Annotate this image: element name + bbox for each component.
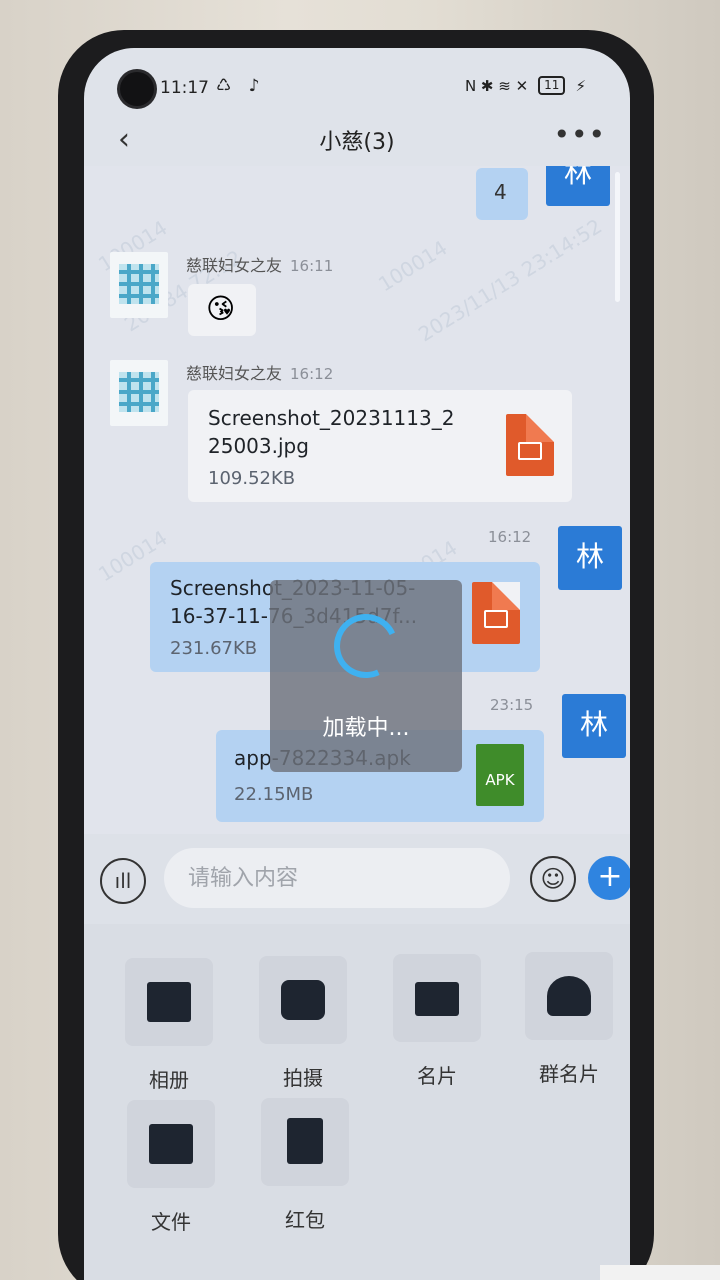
sender-avatar-qr[interactable] <box>110 360 168 426</box>
message-input[interactable] <box>164 848 510 908</box>
sender-name: 慈联妇女之友 <box>186 256 283 275</box>
message-list[interactable]: 100014 202.84.72.12 100014 2023/11/13 23… <box>84 166 630 834</box>
camera-icon <box>281 980 325 1020</box>
tool-camera[interactable]: 拍摄 <box>258 956 348 1091</box>
file-size: 22.15MB <box>234 784 314 805</box>
loading-text: 加载中... <box>322 716 410 741</box>
folder-icon <box>149 1124 193 1164</box>
watermark-text: 100014 <box>374 235 452 297</box>
status-right-icons: N ✱ ≋ ✕ 11 ⚡ <box>465 76 586 95</box>
sender-name: 慈联妇女之友 <box>186 364 283 383</box>
tools-panel: 相册 拍摄 名片 群名片 文件 红包 <box>84 924 630 1280</box>
charging-icon: ⚡ <box>575 76 586 95</box>
tool-contact-card[interactable]: 名片 <box>392 954 482 1089</box>
avatar[interactable]: 林 <box>546 166 610 206</box>
more-actions-plus-icon[interactable]: + <box>588 856 630 900</box>
tool-label: 相册 <box>149 1068 189 1092</box>
tool-photo-album[interactable]: 相册 <box>124 958 214 1093</box>
tool-red-packet[interactable]: 红包 <box>260 1098 350 1233</box>
red-packet-icon <box>287 1118 323 1164</box>
message-time: 16:11 <box>290 257 334 275</box>
emoji-button-icon[interactable]: ☺ <box>530 856 576 902</box>
file-message-other[interactable]: Screenshot_20231113_2 25003.jpg 109.52KB <box>188 390 572 502</box>
voice-input-icon[interactable]: ıll <box>100 858 146 904</box>
tool-group-card[interactable]: 群名片 <box>524 952 614 1087</box>
notification-icons: ♺ ♪ <box>216 76 266 96</box>
more-options-icon[interactable]: ••• <box>553 118 606 151</box>
image-file-icon <box>472 582 520 644</box>
sender-avatar-qr[interactable] <box>110 252 168 318</box>
light-strip <box>600 1265 720 1280</box>
message-time: 16:12 <box>488 528 532 546</box>
message-time: 23:15 <box>490 696 534 714</box>
loading-dialog: 加载中... <box>270 580 462 772</box>
watermark-text: 2023/11/13 23:14:52 <box>414 213 607 347</box>
tool-label: 名片 <box>417 1064 457 1088</box>
status-time: 11:17 <box>160 78 209 98</box>
scrollbar[interactable] <box>615 172 620 302</box>
contact-card-icon <box>415 982 459 1016</box>
loading-spinner-icon <box>324 604 408 688</box>
message-text: 4 <box>494 180 507 204</box>
tool-file[interactable]: 文件 <box>126 1100 216 1235</box>
file-name: Screenshot_20231113_2 25003.jpg <box>208 406 455 458</box>
file-size: 109.52KB <box>208 468 296 489</box>
tool-label: 红包 <box>285 1208 325 1232</box>
apk-file-icon: APK <box>476 744 524 806</box>
sender-line: 慈联妇女之友 16:11 <box>186 252 333 276</box>
photo-album-icon <box>147 982 191 1022</box>
group-card-icon <box>547 976 591 1016</box>
sender-line: 慈联妇女之友 16:12 <box>186 360 333 384</box>
status-bar: 11:17 ♺ ♪ N ✱ ≋ ✕ 11 ⚡ <box>84 70 630 106</box>
tool-label: 群名片 <box>539 1062 599 1086</box>
message-bubble-other[interactable]: 😘 <box>188 284 256 336</box>
input-bar: ıll ☺ + <box>84 834 630 924</box>
chat-title: 小慈(3) <box>319 130 395 155</box>
system-icons: N ✱ ≋ ✕ <box>464 76 529 95</box>
avatar[interactable]: 林 <box>562 694 626 758</box>
message-time: 16:12 <box>290 365 334 383</box>
phone-screen: 11:17 ♺ ♪ N ✱ ≋ ✕ 11 ⚡ ‹ 小慈(3) ••• 10001… <box>84 48 630 1280</box>
avatar[interactable]: 林 <box>558 526 622 590</box>
kiss-emoji: 😘 <box>206 292 236 325</box>
tool-label: 文件 <box>151 1210 191 1234</box>
message-bubble-self[interactable]: 4 <box>476 168 528 220</box>
file-size: 231.67KB <box>170 638 258 659</box>
tool-label: 拍摄 <box>283 1066 323 1090</box>
battery-icon: 11 <box>538 76 566 95</box>
image-file-icon <box>506 414 554 476</box>
chat-header: ‹ 小慈(3) ••• <box>84 116 630 166</box>
